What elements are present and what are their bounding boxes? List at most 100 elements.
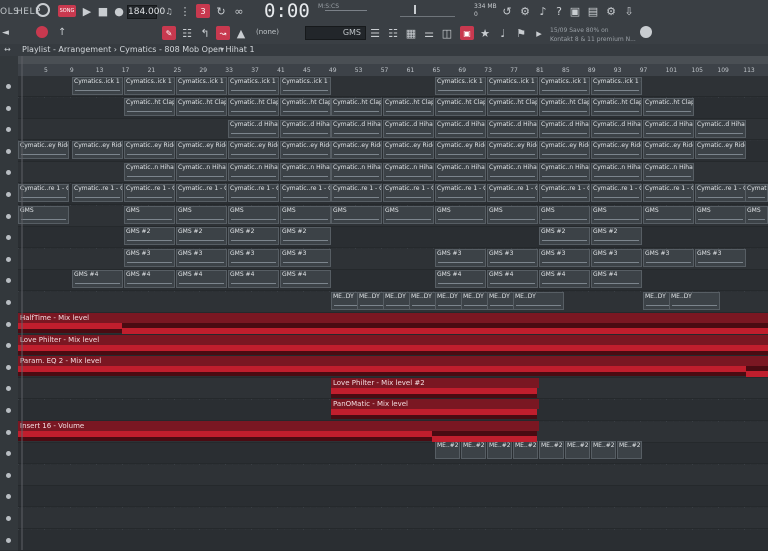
plugin-picker-icon[interactable]: ★ [478, 26, 492, 40]
pattern-clip[interactable]: Cymatic..n Hihat 2 [176, 163, 227, 181]
automation-clip[interactable]: Insert 16 - Volume [18, 421, 539, 442]
arrow-up-icon[interactable]: ↑ [58, 27, 66, 38]
playhead[interactable] [21, 56, 23, 550]
pattern-clip[interactable]: Cymatic..re 1 - C# [176, 184, 227, 202]
track-mute-dot[interactable] [6, 213, 11, 219]
pattern-clip[interactable]: Cymatic..ey Ride 5 [124, 141, 175, 159]
automation-clip[interactable]: Love Philter - Mix level #2 [331, 378, 539, 398]
pattern-clip[interactable]: GMS #2 [280, 227, 331, 245]
browser-icon[interactable]: ▤ [586, 4, 600, 18]
plugin-icon[interactable]: ⚙ [604, 4, 618, 18]
pattern-clip[interactable]: Cymatic..n Hihat 2 [124, 163, 175, 181]
pattern-clip[interactable]: Cymatic..ey Ride 5 [176, 141, 227, 159]
pattern-clip[interactable]: Cymatic..re 1 - C# [124, 184, 175, 202]
pattern-clip[interactable]: GMS #2 [228, 227, 279, 245]
pattern-clip[interactable]: GMS #4 [539, 270, 590, 288]
pattern-clip[interactable]: Cymatic..ht Clap 4 [383, 98, 434, 116]
pattern-clip[interactable]: GMS [487, 206, 538, 224]
cpu-icon[interactable]: ⚙ [518, 4, 532, 18]
pattern-clip[interactable]: GMS #3 [124, 249, 175, 267]
pat-song-toggle[interactable]: SONG [58, 5, 76, 17]
pattern-clip[interactable]: GMS #4 [72, 270, 123, 288]
microphone-icon[interactable]: ♪ [536, 4, 550, 18]
pattern-clip[interactable]: GMS #4 [591, 270, 642, 288]
mixer-icon[interactable]: ☰ [368, 26, 382, 40]
chevron-down-icon[interactable]: ▾ [220, 44, 224, 56]
pattern-clip[interactable]: Cymatic..d Hihat 3 [331, 120, 382, 138]
pattern-clip[interactable]: GMS #4 [487, 270, 538, 288]
chevron-left-icon[interactable]: ◄ [2, 28, 20, 38]
pattern-clip[interactable]: Cymatic..d Hihat 3 [435, 120, 486, 138]
touch-keyboard-icon[interactable]: ♩ [496, 26, 510, 40]
pattern-clip[interactable]: GMS #2 [124, 227, 175, 245]
pattern-clip[interactable]: Cymatic..ht Clap 4 [435, 98, 486, 116]
pattern-clip[interactable]: ME..#2 [565, 441, 590, 459]
pattern-clip[interactable]: GMS [539, 206, 590, 224]
store-icon[interactable]: ▣ [568, 4, 582, 18]
pattern-clip[interactable]: ME..#2 [513, 441, 538, 459]
pattern-clip[interactable]: Cymatic..ht Clap 4 [643, 98, 694, 116]
pattern-clip[interactable]: Cymatic..ey Ride 5 [383, 141, 434, 159]
pattern-clip[interactable]: GMS [695, 206, 746, 224]
pattern-clip[interactable]: GMS [643, 206, 694, 224]
pattern-clip[interactable]: Cymatic..ey Ride 5 [643, 141, 694, 159]
track-row[interactable] [18, 486, 768, 508]
pattern-clip[interactable]: Cymatic..ey Ride 5 [18, 141, 69, 159]
pattern-clip[interactable]: Cymatic..re 1 - C# [487, 184, 538, 202]
promo-banner[interactable]: 15/09 Save 80% on Kontakt 8 & 11 premium… [550, 26, 636, 44]
pattern-clip[interactable]: GMS [280, 206, 331, 224]
pattern-clip[interactable]: Cymatic..re 1 - C# [695, 184, 746, 202]
video-icon[interactable]: ▸ [532, 26, 546, 40]
track-mute-dot[interactable] [6, 537, 11, 543]
playlist-icon[interactable]: ◫ [440, 26, 454, 40]
step-edit-icon[interactable]: ↻ [214, 4, 228, 18]
pattern-clip[interactable]: Cymatic..ey Ride 5 [72, 141, 123, 159]
countdown-button[interactable]: 3 [196, 4, 210, 18]
track-mute-dot[interactable] [6, 516, 11, 521]
pattern-clip[interactable]: Cymatic..n Hihat 2 [539, 163, 590, 181]
pattern-clip[interactable]: GMS #3 [228, 249, 279, 267]
track-mute-dot[interactable] [6, 105, 11, 111]
pattern-clip[interactable]: Cymatic..d Hihat 3 [487, 120, 538, 138]
pattern-clip[interactable]: Cymatic..n Hihat 2 [383, 163, 434, 181]
pattern-clip[interactable]: GMS #3 [435, 249, 486, 267]
pattern-clip[interactable]: GMS [176, 206, 227, 224]
pattern-clip[interactable]: ME..#2 [539, 441, 564, 459]
song-time-display[interactable]: 0:00 [264, 0, 318, 24]
pattern-clip[interactable]: Cymatic..ey Ride 5 [591, 141, 642, 159]
pattern-clip[interactable]: GMS #4 [176, 270, 227, 288]
undo-icon[interactable]: ↺ [500, 4, 514, 18]
play-icon[interactable]: ▶ [80, 4, 94, 18]
track-mute-dot[interactable] [6, 300, 11, 305]
pattern-clip[interactable]: Cymatic..re 1 - C# [435, 184, 486, 202]
pattern-clip[interactable]: Cymatics..ick 1 - C [176, 77, 227, 95]
track-row[interactable] [18, 443, 768, 465]
track-mute-dot[interactable] [6, 84, 11, 89]
track-mute-dot[interactable] [6, 429, 11, 435]
pattern-clip[interactable]: ME..#2 [487, 441, 512, 459]
pattern-clip[interactable]: Cymatic..ey Ride 5 [280, 141, 331, 159]
track-mute-dot[interactable] [6, 321, 11, 327]
stamp-icon[interactable]: ▲ [234, 26, 248, 40]
piano-roll-icon[interactable]: ▦ [404, 26, 418, 40]
master-volume-knob[interactable] [36, 3, 50, 17]
pattern-clip[interactable]: ME..#2 [435, 441, 460, 459]
pattern-clip[interactable]: ME..#2 [617, 441, 642, 459]
track-mute-dot[interactable] [6, 192, 11, 197]
user-avatar[interactable] [640, 26, 652, 38]
pattern-clip[interactable]: Cymatics..ick 1 - C [124, 77, 175, 95]
eq-icon[interactable]: ⚌ [422, 26, 436, 40]
pattern-clip[interactable]: Cymatic..n Hihat 2 [643, 163, 694, 181]
pattern-clip[interactable]: Cymatic..d Hihat 3 [591, 120, 642, 138]
pattern-clip[interactable]: GMS #2 [539, 227, 590, 245]
paint-icon[interactable]: ☷ [180, 26, 194, 40]
pattern-clip[interactable]: GMS [745, 206, 768, 224]
pattern-clip[interactable]: Cymatic..re 1 - C# [383, 184, 434, 202]
pattern-clip[interactable]: ME..#2 [461, 441, 486, 459]
pattern-clip[interactable]: Cymatic..ht Clap 4 [228, 98, 279, 116]
pattern-clip[interactable]: ME..#2 [591, 441, 616, 459]
automation-clip[interactable]: HalfTime - Mix level [18, 313, 768, 334]
pattern-clip[interactable]: Cymatic..d Hihat 3 [695, 120, 746, 138]
track-row[interactable] [18, 529, 768, 551]
pattern-clip[interactable]: GMS #2 [176, 227, 227, 245]
